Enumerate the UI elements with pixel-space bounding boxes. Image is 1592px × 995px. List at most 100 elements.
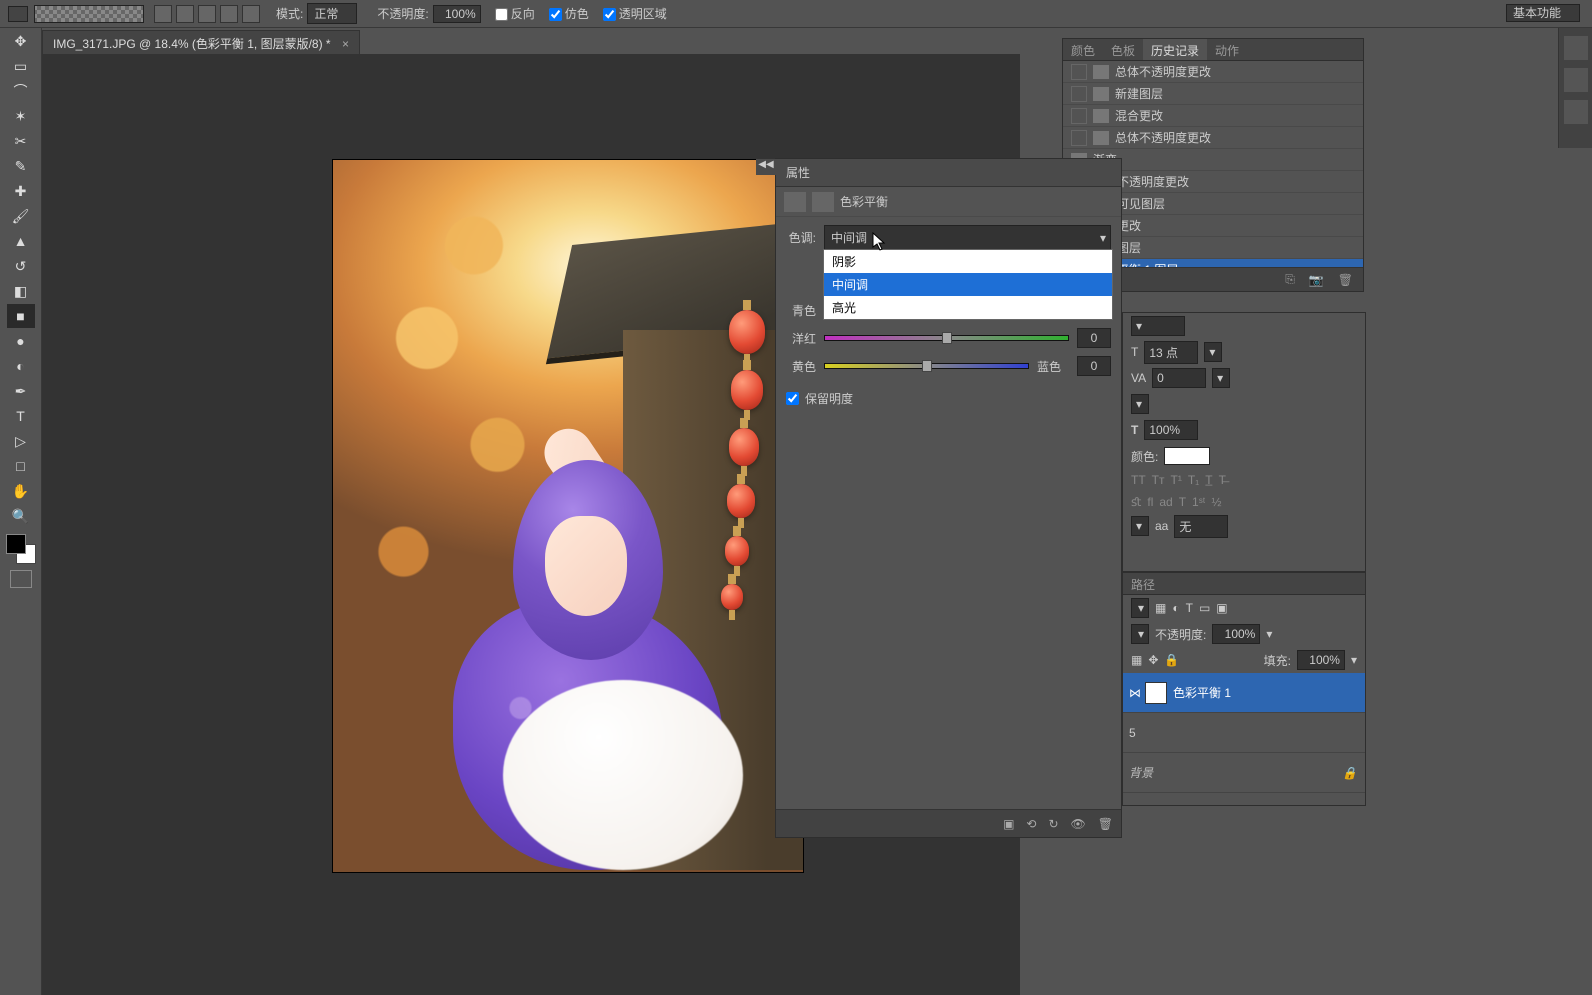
trash-icon[interactable]: 🗑	[1098, 817, 1113, 831]
pen-tool[interactable]: ✒	[7, 379, 35, 403]
filter-smart-icon[interactable]: ▣	[1216, 601, 1227, 615]
leading-select[interactable]: ▾	[1204, 342, 1222, 362]
tab-actions[interactable]: 动作	[1207, 39, 1247, 60]
history-item[interactable]: 总体不透明度更改	[1063, 61, 1363, 83]
blend-mode-select[interactable]: ▾	[1131, 624, 1149, 644]
dock-icon[interactable]	[1564, 68, 1588, 92]
collapse-icon[interactable]: ◀◀	[756, 159, 776, 175]
move-tool[interactable]: ✥	[7, 29, 35, 53]
layer-opacity-field[interactable]: 100%	[1212, 624, 1260, 644]
superscript-icon[interactable]: T¹	[1171, 473, 1182, 487]
layer-row[interactable]: ⋈ 色彩平衡 1	[1123, 673, 1365, 713]
fill-field[interactable]: 100%	[1297, 650, 1345, 670]
history-item[interactable]: 新建图层	[1063, 83, 1363, 105]
gradient-reflected-icon[interactable]	[220, 5, 238, 23]
trash-icon[interactable]: 🗑	[1338, 273, 1353, 287]
tab-color[interactable]: 颜色	[1063, 39, 1103, 60]
snapshot-icon[interactable]: ⎘	[1285, 272, 1295, 287]
font-size-field[interactable]: 13 点	[1144, 341, 1198, 364]
gradient-diamond-icon[interactable]	[242, 5, 260, 23]
new-snapshot-icon[interactable]: 📷	[1309, 273, 1324, 287]
filter-adjust-icon[interactable]: ◐	[1172, 601, 1179, 615]
filter-shape-icon[interactable]: ▭	[1199, 601, 1210, 615]
color-swatches[interactable]	[6, 534, 36, 564]
history-item[interactable]: 总体不透明度更改	[1063, 127, 1363, 149]
dock-icon[interactable]	[1564, 100, 1588, 124]
tracking-field[interactable]: 0	[1152, 368, 1206, 388]
strike-icon[interactable]: T̶	[1219, 473, 1226, 487]
baseline-select[interactable]: ▾	[1131, 394, 1149, 414]
gradient-radial-icon[interactable]	[176, 5, 194, 23]
hand-tool[interactable]: ✋	[7, 479, 35, 503]
tone-option-shadows[interactable]: 阴影	[824, 250, 1112, 273]
lock-position-icon[interactable]: ✥	[1148, 653, 1158, 667]
previous-icon[interactable]: ⟲	[1026, 817, 1036, 831]
filter-pixel-icon[interactable]: ▦	[1155, 601, 1166, 615]
filter-type-icon[interactable]: T	[1186, 601, 1193, 615]
subscript-icon[interactable]: T₁	[1188, 473, 1199, 487]
font-family-select[interactable]: ▾	[1131, 316, 1185, 336]
stamp-tool[interactable]: ▲	[7, 229, 35, 253]
tone-option-highlights[interactable]: 高光	[824, 296, 1112, 319]
aa-select[interactable]: 无	[1174, 515, 1228, 538]
document-tab[interactable]: IMG_3171.JPG @ 18.4% (色彩平衡 1, 图层蒙版/8) * …	[42, 30, 360, 56]
lock-all-icon[interactable]: 🔒	[1164, 653, 1179, 667]
foreground-swatch[interactable]	[8, 6, 28, 22]
visibility-icon[interactable]: 👁	[1071, 817, 1086, 831]
path-select-tool[interactable]: ▷	[7, 429, 35, 453]
shape-tool[interactable]: □	[7, 454, 35, 478]
brush-tool[interactable]: 🖌	[7, 204, 35, 228]
tracking-select[interactable]: ▾	[1212, 368, 1230, 388]
tone-select[interactable]: 中间调▾	[824, 225, 1111, 250]
quickmask-toggle[interactable]	[10, 570, 32, 588]
heal-tool[interactable]: ✚	[7, 179, 35, 203]
dock-icon[interactable]	[1564, 36, 1588, 60]
layer-row-background[interactable]: 背景 🔒	[1123, 753, 1365, 793]
tab-paths[interactable]: 路径	[1123, 573, 1163, 594]
fill-flyout-icon[interactable]: ▾	[1351, 653, 1357, 667]
crop-tool[interactable]: ✂	[7, 129, 35, 153]
mask-icon[interactable]	[812, 192, 834, 212]
lasso-tool[interactable]: ⌒	[7, 79, 35, 103]
history-item[interactable]: 混合更改	[1063, 105, 1363, 127]
magenta-green-value[interactable]: 0	[1077, 328, 1111, 348]
underline-icon[interactable]: T̲	[1205, 473, 1212, 487]
yellow-blue-value[interactable]: 0	[1077, 356, 1111, 376]
tone-option-midtones[interactable]: 中间调	[824, 273, 1112, 296]
marquee-tool[interactable]: ▭	[7, 54, 35, 78]
dither-checkbox[interactable]: 仿色	[539, 5, 593, 22]
dodge-tool[interactable]: ◐	[7, 354, 35, 378]
gradient-linear-icon[interactable]	[154, 5, 172, 23]
gradient-preview[interactable]	[34, 5, 144, 23]
text-color-swatch[interactable]	[1164, 447, 1210, 465]
eraser-tool[interactable]: ◧	[7, 279, 35, 303]
smallcaps-icon[interactable]: Tᴛ	[1152, 473, 1165, 487]
lang-select[interactable]: ▾	[1131, 516, 1149, 536]
yellow-blue-slider[interactable]	[824, 363, 1029, 369]
preserve-luminosity-checkbox[interactable]: 保留明度	[786, 390, 1111, 407]
type-tool[interactable]: T	[7, 404, 35, 428]
tab-swatches[interactable]: 色板	[1103, 39, 1143, 60]
filter-select[interactable]: ▾	[1131, 598, 1149, 618]
layer-mask-thumb[interactable]	[1145, 682, 1167, 704]
transparency-checkbox[interactable]: 透明区域	[593, 5, 671, 22]
clip-icon[interactable]: ▣	[1003, 817, 1014, 831]
adjustment-icon[interactable]	[784, 192, 806, 212]
layer-row[interactable]: 5	[1123, 713, 1365, 753]
scale-field[interactable]: 100%	[1144, 420, 1198, 440]
magenta-green-slider[interactable]	[824, 335, 1069, 341]
allcaps-icon[interactable]: TT	[1131, 473, 1146, 487]
gradient-angle-icon[interactable]	[198, 5, 216, 23]
opacity-flyout-icon[interactable]: ▾	[1266, 627, 1272, 641]
history-brush-tool[interactable]: ↺	[7, 254, 35, 278]
mode-select[interactable]: 正常	[307, 3, 357, 24]
tab-history[interactable]: 历史记录	[1143, 39, 1207, 60]
reverse-checkbox[interactable]: 反向	[485, 5, 539, 22]
link-icon[interactable]: ⋈	[1129, 686, 1141, 700]
gradient-tool[interactable]: ■	[7, 304, 35, 328]
opacity-value[interactable]: 100%	[433, 5, 481, 23]
blur-tool[interactable]: ●	[7, 329, 35, 353]
close-icon[interactable]: ×	[342, 37, 349, 51]
workspace-select[interactable]: 基本功能	[1506, 4, 1580, 22]
reset-icon[interactable]: ↻	[1048, 817, 1058, 831]
